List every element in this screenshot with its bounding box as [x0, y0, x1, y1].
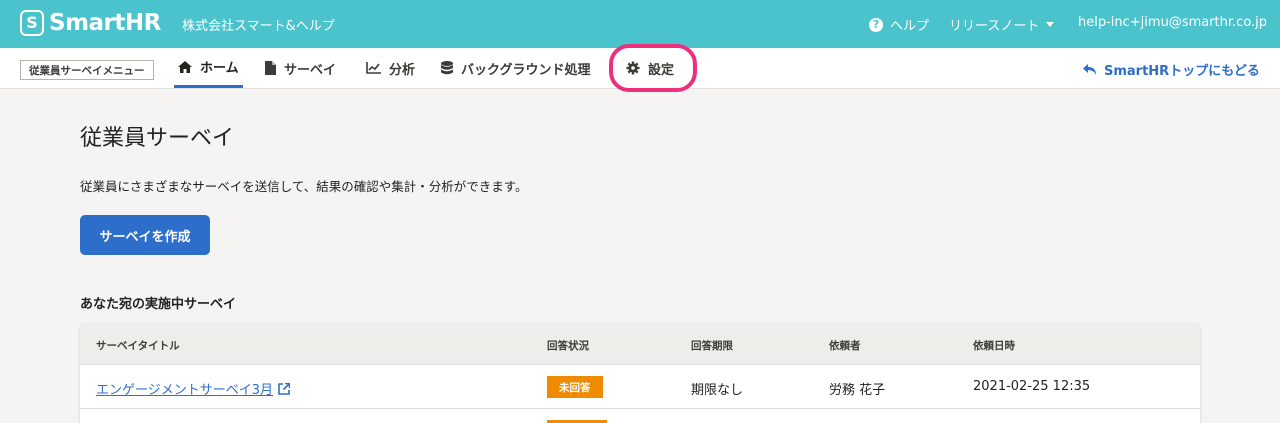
tab-background-jobs[interactable]: バックグラウンド処理	[441, 48, 590, 88]
document-icon	[265, 61, 276, 75]
chart-icon	[366, 62, 381, 74]
chevron-down-icon	[1046, 22, 1055, 27]
database-icon	[441, 61, 453, 75]
back-to-smarthr-link[interactable]: SmartHRトップにもどる	[1083, 60, 1260, 79]
help-label: ヘルプ	[890, 19, 930, 34]
survey-table: サーベイタイトル 回答状況 回答期限 依頼者 依頼日時 エンゲージメントサーベイ…	[80, 323, 1200, 423]
status-badge: 未回答	[547, 376, 603, 398]
deadline-cell: 期限なし	[691, 383, 744, 398]
section-title: あなた宛の実施中サーベイ	[80, 297, 237, 312]
column-header-requested-at: 依頼日時	[973, 340, 1015, 352]
table-header: サーベイタイトル 回答状況 回答期限 依頼者 依頼日時	[80, 323, 1200, 365]
survey-title: エンゲージメントサーベイ3月	[96, 383, 274, 398]
create-survey-button[interactable]: サーベイを作成	[80, 215, 210, 255]
help-link[interactable]: ? ヘルプ	[869, 15, 929, 34]
survey-title-link[interactable]: エンゲージメントサーベイ3月	[96, 379, 291, 398]
tab-home[interactable]: ホーム	[174, 48, 243, 88]
column-header-title: サーベイタイトル	[96, 340, 180, 352]
back-link-label: SmartHRトップにもどる	[1104, 64, 1260, 79]
table-row	[80, 410, 1200, 423]
column-header-requester: 依頼者	[829, 340, 861, 352]
page-title: 従業員サーベイ	[80, 126, 235, 151]
help-icon: ?	[869, 17, 883, 32]
table-row: エンゲージメントサーベイ3月 未回答 期限なし 労務 花子 2021-02-25…	[80, 365, 1200, 409]
logo-mark: S	[20, 10, 44, 36]
tab-analysis-label: 分析	[389, 62, 416, 78]
tab-survey[interactable]: サーベイ	[265, 48, 336, 88]
release-notes-label: リリースノート	[949, 19, 1040, 34]
requester-cell: 労務 花子	[829, 383, 886, 398]
requested-at-cell: 2021-02-25 12:35	[973, 379, 1091, 394]
home-icon	[178, 60, 192, 73]
release-notes-dropdown[interactable]: リリースノート	[949, 15, 1055, 34]
external-link-icon	[278, 382, 291, 395]
smarthr-logo[interactable]: S SmartHR	[20, 10, 161, 36]
tab-background-jobs-label: バックグラウンド処理	[461, 62, 591, 78]
user-email-menu[interactable]: help-inc+jimu@smarthr.co.jp	[1078, 15, 1267, 30]
settings-highlight-ring	[609, 44, 697, 92]
top-header: S SmartHR 株式会社スマート&ヘルプ ? ヘルプ リリースノート hel…	[0, 0, 1280, 48]
tab-home-label: ホーム	[200, 61, 239, 76]
logo-text: SmartHR	[49, 10, 161, 36]
menu-badge: 従業員サーベイメニュー	[20, 60, 154, 80]
tab-survey-label: サーベイ	[284, 62, 337, 78]
column-header-deadline: 回答期限	[691, 340, 733, 352]
company-name[interactable]: 株式会社スマート&ヘルプ	[182, 15, 335, 34]
tab-analysis[interactable]: 分析	[366, 48, 415, 88]
page-description: 従業員にさまざまなサーベイを送信して、結果の確認や集計・分析ができます。	[80, 179, 528, 194]
column-header-status: 回答状況	[547, 340, 589, 352]
reply-arrow-icon	[1083, 63, 1097, 76]
